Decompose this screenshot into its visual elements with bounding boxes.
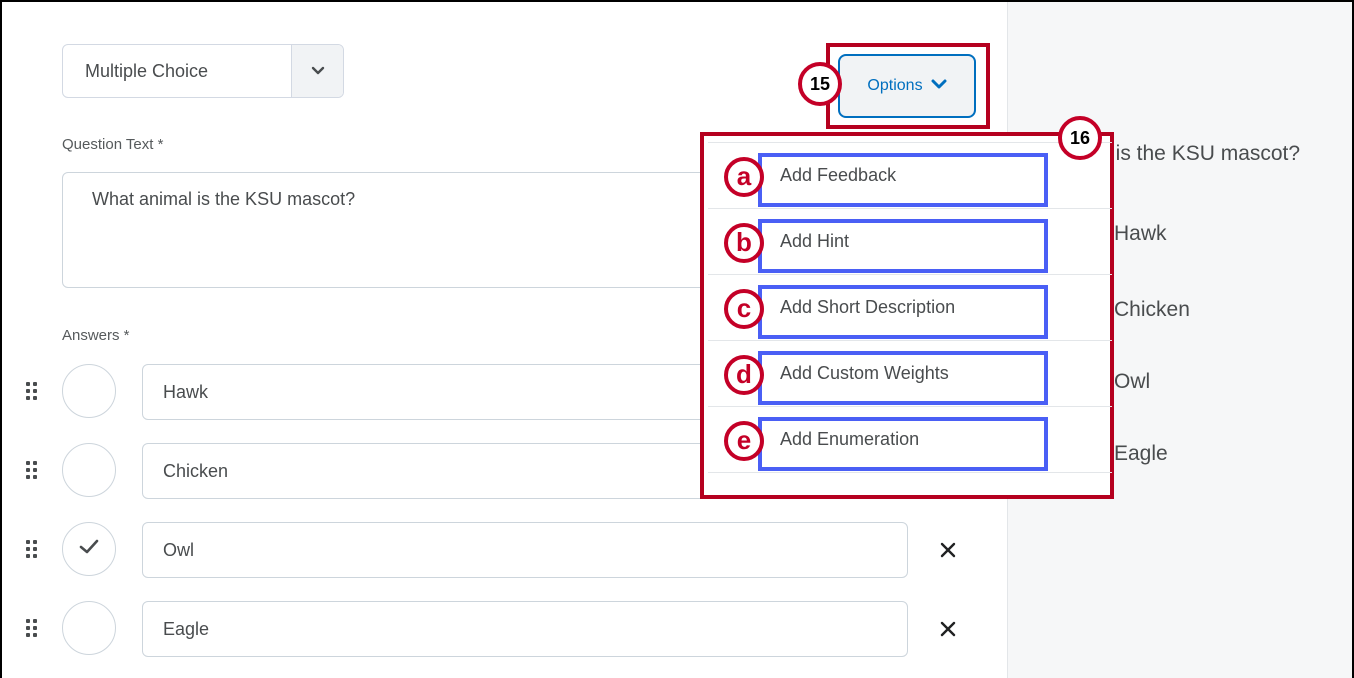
answers-label: Answers * <box>62 327 130 344</box>
menu-item-label: Add Short Description <box>780 297 956 317</box>
callout-box-options <box>826 43 990 129</box>
remove-answer-icon[interactable] <box>938 540 958 560</box>
menu-item-label: Add Feedback <box>780 165 897 185</box>
answer-input[interactable]: Owl <box>142 522 908 578</box>
correct-answer-radio[interactable] <box>62 364 116 418</box>
correct-answer-radio[interactable] <box>62 443 116 497</box>
options-menu-list: a Add Feedback b Add Hint c Add Short De… <box>708 142 1112 473</box>
correct-answer-radio[interactable] <box>62 522 116 576</box>
preview-answer: Chicken <box>1114 298 1190 321</box>
drag-handle-icon[interactable] <box>26 382 40 402</box>
drag-handle-icon[interactable] <box>26 461 40 481</box>
chevron-down-icon[interactable] <box>291 45 343 97</box>
answer-input[interactable]: Chicken <box>142 443 742 499</box>
preview-answer: Eagle <box>1114 442 1168 465</box>
answer-input[interactable]: Hawk <box>142 364 742 420</box>
callout-number-15: 15 <box>798 62 842 106</box>
options-menu: a Add Feedback b Add Hint c Add Short De… <box>700 132 1114 499</box>
answer-input[interactable]: Eagle <box>142 601 908 657</box>
checkmark-icon <box>79 539 99 560</box>
question-text-value: What animal is the KSU mascot? <box>92 189 356 209</box>
question-text-field[interactable]: What animal is the KSU mascot? <box>62 172 722 288</box>
remove-answer-icon[interactable] <box>938 619 958 639</box>
preview-answer: Owl <box>1114 370 1151 393</box>
menu-item-add-short-description[interactable]: c Add Short Description <box>708 275 1112 341</box>
drag-handle-icon[interactable] <box>26 540 40 560</box>
callout-letter: a <box>724 157 764 197</box>
menu-item-add-enumeration[interactable]: e Add Enumeration <box>708 407 1112 473</box>
question-type-select[interactable]: Multiple Choice <box>62 44 344 98</box>
drag-handle-icon[interactable] <box>26 619 40 639</box>
callout-letter: b <box>724 223 764 263</box>
correct-answer-radio[interactable] <box>62 601 116 655</box>
callout-letter: e <box>724 421 764 461</box>
callout-number-16: 16 <box>1058 116 1102 160</box>
menu-item-label: Add Hint <box>780 231 850 251</box>
menu-item-label: Add Enumeration <box>780 429 920 449</box>
callout-letter: c <box>724 289 764 329</box>
preview-question: t is the KSU mascot? <box>1104 142 1301 165</box>
question-type-value: Multiple Choice <box>85 61 209 81</box>
preview-answer: Hawk <box>1114 222 1167 245</box>
question-text-label: Question Text * <box>62 136 164 153</box>
callout-letter: d <box>724 355 764 395</box>
editor-frame: Multiple Choice Options 15 Question Text… <box>0 0 1354 678</box>
menu-item-label: Add Custom Weights <box>780 363 949 383</box>
menu-item-add-custom-weights[interactable]: d Add Custom Weights <box>708 341 1112 407</box>
menu-item-add-hint[interactable]: b Add Hint <box>708 209 1112 275</box>
menu-item-add-feedback[interactable]: a Add Feedback <box>708 143 1112 209</box>
